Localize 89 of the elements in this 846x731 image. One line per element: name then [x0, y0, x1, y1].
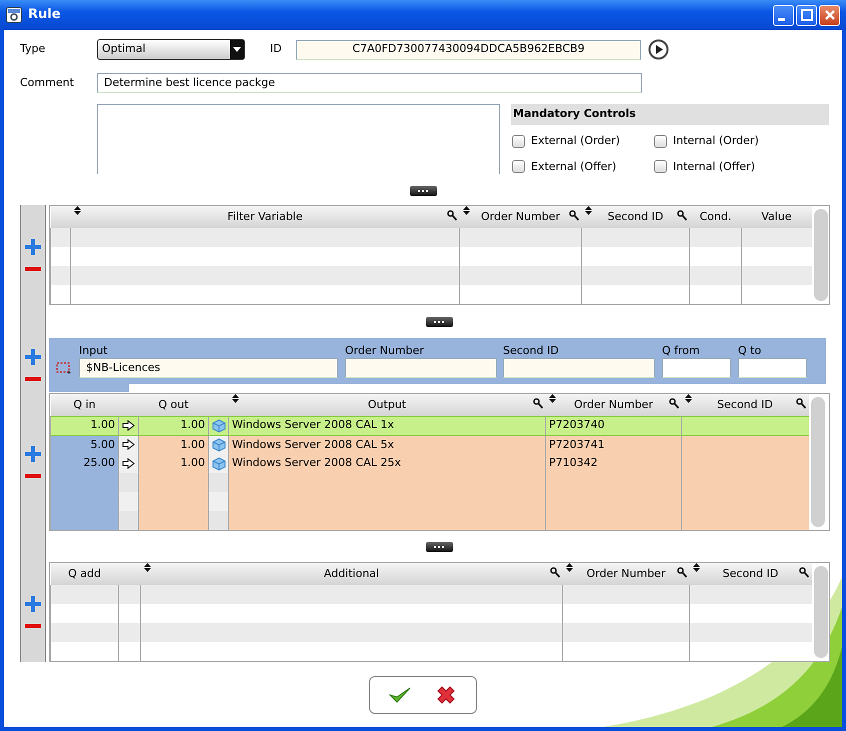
close-button[interactable] — [819, 4, 840, 26]
remove-button[interactable] — [25, 474, 41, 478]
minimize-icon — [778, 18, 785, 20]
table-cell: 1.00 — [138, 454, 208, 473]
field-label: Type — [20, 41, 46, 58]
field-label: Input — [79, 343, 108, 358]
cube-icon — [212, 438, 226, 452]
ok-button[interactable] — [389, 686, 411, 704]
minus-icon — [25, 377, 41, 381]
add-button[interactable] — [25, 239, 41, 255]
add-button[interactable] — [25, 596, 41, 612]
checkbox-label[interactable]: Internal (Offer) — [673, 158, 756, 175]
field-label: Q from — [662, 343, 701, 358]
table-row[interactable]: 25.00 1.00 Windows Server 2008 CAL 25x P710342 — [50, 454, 808, 473]
table-cell: 5.00 — [50, 435, 118, 454]
section-header: Mandatory Controls — [511, 104, 829, 125]
splitter-handle[interactable] — [426, 316, 453, 326]
checkbox-label[interactable]: External (Offer) — [531, 158, 616, 175]
table-cell: P7203741 — [546, 435, 682, 454]
window-title: Rule — [28, 6, 62, 24]
plus-icon — [25, 239, 41, 255]
minus-icon — [25, 624, 41, 628]
dashed-rectangle-icon — [56, 362, 72, 374]
notes-field[interactable] — [97, 104, 500, 174]
right-arrow-icon — [122, 420, 135, 431]
checkbox-label[interactable]: Internal (Order) — [673, 133, 759, 150]
checkbox-label[interactable]: External (Order) — [531, 133, 620, 150]
column-header[interactable]: Q in — [73, 398, 96, 410]
input-field[interactable] — [738, 358, 807, 378]
table-cell: 1.00 — [138, 435, 208, 454]
scrollbar[interactable] — [810, 397, 824, 527]
grip-icon — [418, 189, 428, 193]
checkbox[interactable] — [654, 160, 667, 174]
table-row[interactable]: 5.00 1.00 Windows Server 2008 CAL 5x P7203741 — [50, 435, 808, 454]
play-icon — [648, 39, 669, 60]
plus-icon — [25, 446, 41, 462]
checkbox[interactable] — [654, 134, 667, 148]
maximize-button[interactable] — [796, 4, 817, 26]
table-cell: P710342 — [546, 454, 682, 473]
grip-icon — [434, 320, 445, 324]
cancel-button[interactable] — [435, 684, 457, 706]
table-cell: P7203740 — [546, 416, 682, 435]
field-label: Second ID — [503, 343, 560, 358]
add-button[interactable] — [25, 446, 41, 462]
splitter-handle[interactable] — [410, 186, 436, 196]
scrollbar[interactable] — [814, 566, 828, 658]
right-arrow-icon — [122, 439, 135, 450]
field-label: ID — [270, 41, 283, 58]
add-button[interactable] — [25, 349, 41, 365]
type-dropdown[interactable]: Optimal — [97, 39, 245, 60]
window-icon — [6, 7, 22, 23]
table-row[interactable]: 1.00 1.00 Windows Server 2008 CAL 1x P7203740 — [50, 416, 808, 435]
splitter-handle[interactable] — [426, 542, 453, 552]
minus-icon — [25, 267, 41, 271]
scrollbar[interactable] — [814, 209, 828, 301]
table-cell: 25.00 — [50, 454, 118, 473]
table-cell: Windows Server 2008 CAL 25x — [228, 454, 546, 473]
maximize-icon — [800, 9, 812, 21]
column-header[interactable]: Output — [368, 398, 406, 410]
grip-icon — [434, 544, 445, 548]
checkmark-icon — [389, 686, 411, 704]
field-label: Order Number — [345, 343, 425, 358]
field-label: Q to — [738, 343, 762, 358]
minimize-button[interactable] — [773, 4, 794, 26]
id-field[interactable]: C7A0FD730077430094DDCA5B962EBCB9 — [296, 40, 641, 60]
dropdown-arrow-icon — [233, 47, 241, 52]
plus-icon — [25, 349, 41, 365]
close-icon — [435, 684, 457, 706]
input-field[interactable] — [345, 358, 497, 378]
table-cell: Windows Server 2008 CAL 1x — [228, 416, 546, 435]
cube-icon — [212, 456, 226, 470]
table-cell: 1.00 — [138, 416, 208, 435]
checkbox[interactable] — [512, 134, 525, 148]
input-field[interactable] — [503, 358, 655, 378]
checkbox[interactable] — [512, 160, 525, 174]
close-icon — [824, 9, 836, 21]
input-field[interactable]: $NB-Licences — [79, 358, 338, 378]
play-button[interactable] — [648, 39, 669, 60]
table-cell: 1.00 — [50, 416, 118, 435]
input-field[interactable] — [662, 358, 731, 378]
cube-icon — [212, 418, 226, 432]
plus-icon — [25, 596, 41, 612]
table-cell: Windows Server 2008 CAL 5x — [228, 435, 546, 454]
minus-icon — [25, 474, 41, 478]
comment-field[interactable]: Determine best licence packge — [97, 73, 642, 93]
column-header[interactable]: Additional — [324, 566, 380, 580]
right-arrow-icon — [122, 458, 135, 469]
field-label: Comment — [20, 74, 75, 91]
column-header[interactable]: Filter Variable — [227, 210, 303, 223]
